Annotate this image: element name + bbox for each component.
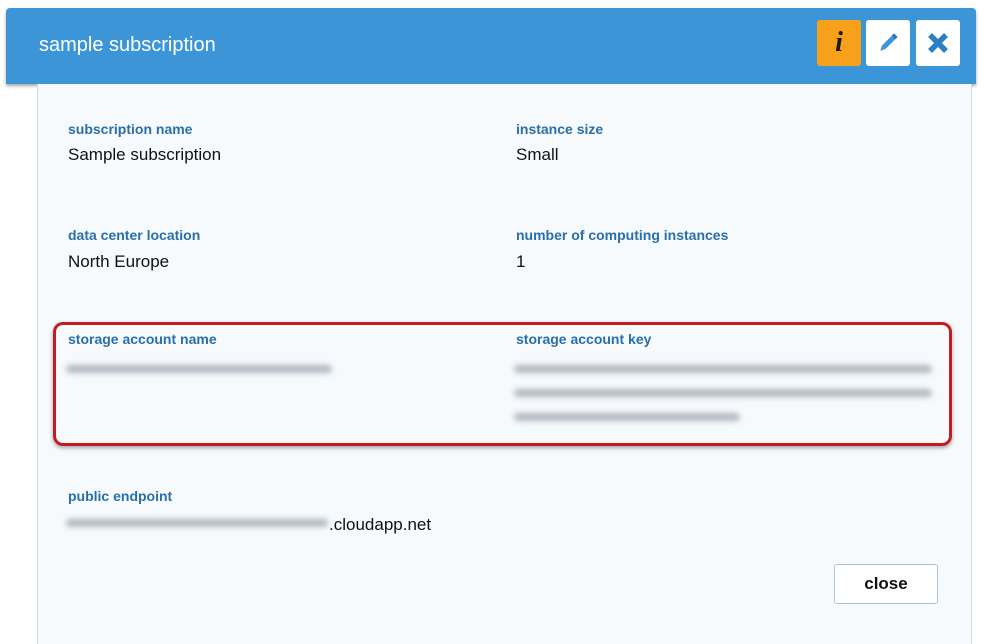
storage-account-key-line-1-redacted <box>514 365 932 373</box>
close-icon <box>928 33 948 53</box>
pencil-icon <box>880 33 898 51</box>
edit-button[interactable] <box>866 20 910 66</box>
computing-instances-label: number of computing instances <box>516 227 729 243</box>
data-center-location-label: data center location <box>68 227 201 243</box>
public-endpoint-host-redacted <box>66 519 328 527</box>
dialog-title: sample subscription <box>39 34 216 56</box>
subscription-name-value: Sample subscription <box>68 145 222 164</box>
public-endpoint-label: public endpoint <box>68 488 173 504</box>
public-endpoint-suffix: .cloudapp.net <box>329 515 432 534</box>
instance-size-value: Small <box>516 145 559 164</box>
dialog-header: sample subscription i <box>6 8 976 84</box>
instance-size-label: instance size <box>516 121 604 137</box>
info-icon: i <box>835 27 843 58</box>
storage-account-key-line-3-redacted <box>514 413 740 421</box>
storage-account-key-line-2-redacted <box>514 389 932 397</box>
close-button[interactable]: close <box>834 564 938 604</box>
storage-account-name-label: storage account name <box>68 331 217 347</box>
storage-account-name-value-redacted <box>66 365 332 373</box>
data-center-location-value: North Europe <box>68 252 170 271</box>
computing-instances-value: 1 <box>516 252 526 271</box>
info-button[interactable]: i <box>817 20 861 66</box>
storage-account-key-label: storage account key <box>516 331 652 347</box>
subscription-name-label: subscription name <box>68 121 193 137</box>
close-dialog-button[interactable] <box>916 20 960 66</box>
